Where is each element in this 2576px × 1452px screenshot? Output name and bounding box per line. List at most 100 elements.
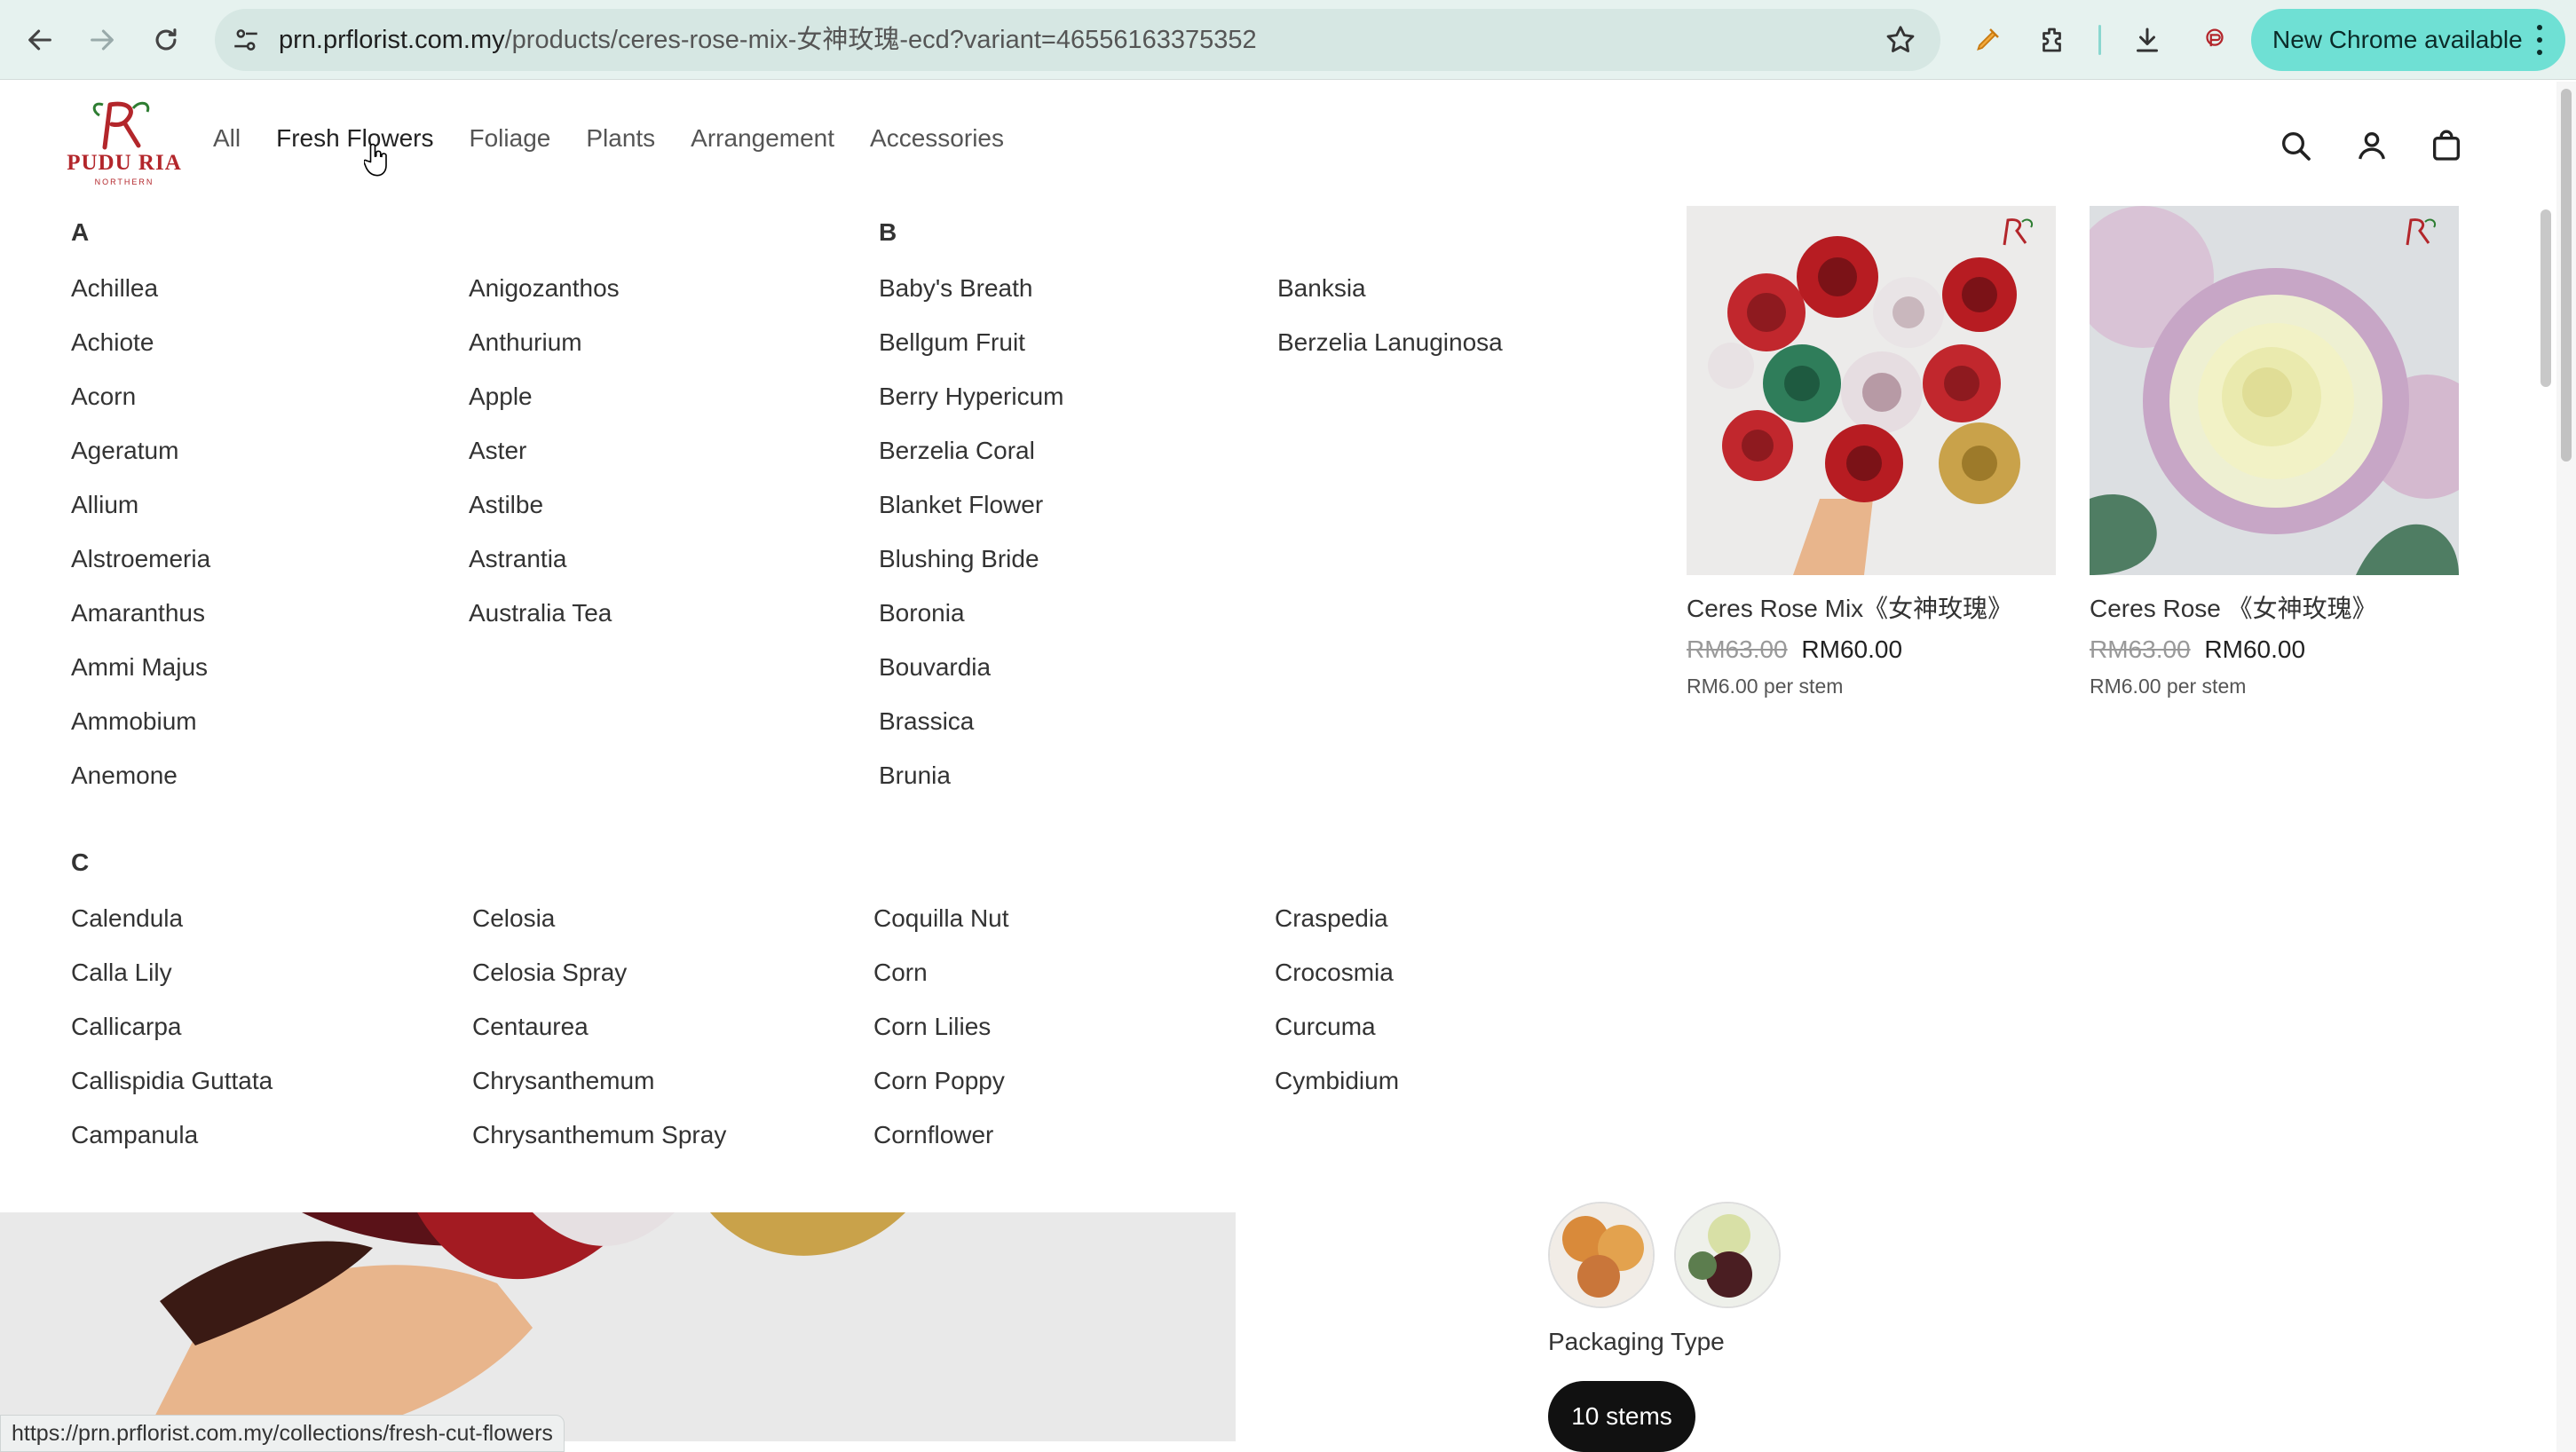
menu-item[interactable]: Crocosmia — [1275, 959, 1399, 1014]
variant-swatch[interactable] — [1548, 1202, 1655, 1308]
menu-item[interactable]: Baby's Breath — [879, 275, 1063, 329]
menu-item[interactable]: Corn Poppy — [873, 1068, 1009, 1122]
menu-item[interactable]: Banksia — [1277, 275, 1503, 329]
menu-item[interactable]: Anthurium — [469, 329, 620, 383]
featured-product-card[interactable]: Ceres Rose Mix《女神玫瑰》 RM63.00 RM60.00 RM6… — [1687, 206, 2056, 698]
product-title[interactable]: Ceres Rose Mix《女神玫瑰》 — [1687, 589, 2056, 625]
product-image[interactable] — [2090, 206, 2459, 575]
menu-item[interactable]: Chrysanthemum Spray — [472, 1122, 726, 1176]
menu-item[interactable]: Astilbe — [469, 492, 620, 546]
menu-item[interactable]: Corn Lilies — [873, 1014, 1009, 1068]
menu-item[interactable]: Anigozanthos — [469, 275, 620, 329]
orange-rose-swatch-image — [1550, 1203, 1653, 1306]
menu-item[interactable]: Astrantia — [469, 546, 620, 600]
extension-pen-icon[interactable] — [1967, 20, 2008, 60]
menu-item[interactable]: Coquilla Nut — [873, 905, 1009, 959]
menu-item[interactable]: Curcuma — [1275, 1014, 1399, 1068]
group-c-column-2: Celosia Celosia Spray Centaurea Chrysant… — [472, 905, 726, 1176]
chrome-update-button[interactable]: New Chrome available — [2251, 9, 2565, 71]
menu-item[interactable]: Corn — [873, 959, 1009, 1014]
menu-item[interactable]: Amaranthus — [71, 600, 210, 654]
logo-name: PUDU RIA — [67, 151, 182, 175]
pr-logo-mark-icon — [92, 101, 150, 150]
menu-item[interactable]: Acorn — [71, 383, 210, 438]
menu-item[interactable]: Callicarpa — [71, 1014, 273, 1068]
menu-item[interactable]: Calendula — [71, 905, 273, 959]
menu-item[interactable]: Ageratum — [71, 438, 210, 492]
menu-item[interactable]: Anemone — [71, 762, 210, 817]
menu-item[interactable]: Campanula — [71, 1122, 273, 1176]
menu-scrollbar-thumb[interactable] — [2540, 209, 2551, 387]
menu-item[interactable]: Cymbidium — [1275, 1068, 1399, 1122]
menu-item[interactable]: Berzelia Lanuginosa — [1277, 329, 1503, 383]
cart-bag-icon[interactable] — [2429, 128, 2464, 163]
arrow-right-icon — [91, 29, 114, 51]
menu-item[interactable]: Berzelia Coral — [879, 438, 1063, 492]
nav-plants[interactable]: Plants — [586, 124, 655, 153]
menu-item[interactable]: Brassica — [879, 708, 1063, 762]
bookmark-star-icon[interactable] — [1884, 23, 1917, 57]
menu-item[interactable]: Ammobium — [71, 708, 210, 762]
menu-item[interactable]: Berry Hypericum — [879, 383, 1063, 438]
ceres-rose-image — [2090, 206, 2459, 575]
mixed-rose-swatch-image — [1676, 1203, 1779, 1306]
group-a-column-2: Anigozanthos Anthurium Apple Aster Astil… — [469, 275, 620, 654]
menu-item[interactable]: Boronia — [879, 600, 1063, 654]
sale-price: RM60.00 — [2204, 635, 2306, 663]
group-c-column-3: Coquilla Nut Corn Corn Lilies Corn Poppy… — [873, 905, 1009, 1176]
menu-item[interactable]: Bouvardia — [879, 654, 1063, 708]
menu-item[interactable]: Alstroemeria — [71, 546, 210, 600]
bouquet-photo-image — [0, 1212, 1236, 1441]
menu-item[interactable]: Craspedia — [1275, 905, 1399, 959]
nav-fresh-flowers[interactable]: Fresh Flowers — [276, 124, 433, 153]
site-logo[interactable]: PUDU RIA NORTHERN — [66, 98, 183, 190]
variant-swatch[interactable] — [1674, 1202, 1781, 1308]
menu-item[interactable]: Achiote — [71, 329, 210, 383]
menu-item[interactable]: Blushing Bride — [879, 546, 1063, 600]
mouse-pointer-hand-icon — [364, 143, 387, 177]
packaging-option-button[interactable]: 10 stems — [1548, 1381, 1695, 1452]
menu-item[interactable]: Blanket Flower — [879, 492, 1063, 546]
menu-item[interactable]: Centaurea — [472, 1014, 726, 1068]
product-image[interactable] — [1687, 206, 2056, 575]
nav-foliage[interactable]: Foliage — [470, 124, 551, 153]
product-price: RM63.00 RM60.00 — [2090, 635, 2459, 664]
sale-price: RM60.00 — [1801, 635, 1903, 663]
menu-item[interactable]: Celosia Spray — [472, 959, 726, 1014]
menu-item[interactable]: Apple — [469, 383, 620, 438]
menu-item[interactable]: Cornflower — [873, 1122, 1009, 1176]
menu-item[interactable]: Ammi Majus — [71, 654, 210, 708]
account-icon[interactable] — [2354, 128, 2390, 163]
forward-button[interactable] — [82, 20, 122, 60]
back-button[interactable] — [20, 20, 60, 60]
url-text[interactable]: prn.prflorist.com.my/products/ceres-rose… — [279, 9, 1257, 71]
address-bar[interactable]: prn.prflorist.com.my/products/ceres-rose… — [215, 9, 1940, 71]
menu-item[interactable]: Aster — [469, 438, 620, 492]
featured-product-card[interactable]: Ceres Rose 《女神玫瑰》 RM63.00 RM60.00 RM6.00… — [2090, 206, 2459, 698]
menu-item[interactable]: Celosia — [472, 905, 726, 959]
menu-item[interactable]: Australia Tea — [469, 600, 620, 654]
download-icon[interactable] — [2127, 20, 2168, 60]
nav-arrangement[interactable]: Arrangement — [691, 124, 834, 153]
fresh-flowers-mega-menu: A Achillea Achiote Acorn Ageratum Allium… — [0, 206, 2556, 1212]
extensions-puzzle-icon[interactable] — [2033, 20, 2074, 60]
menu-item[interactable]: Achillea — [71, 275, 210, 329]
menu-item[interactable]: Bellgum Fruit — [879, 329, 1063, 383]
menu-item[interactable]: Calla Lily — [71, 959, 273, 1014]
page-scrollbar-thumb[interactable] — [2561, 89, 2572, 462]
menu-item[interactable]: Brunia — [879, 762, 1063, 817]
site-info-icon[interactable] — [227, 21, 265, 59]
browser-toolbar: prn.prflorist.com.my/products/ceres-rose… — [0, 0, 2576, 80]
url-path: /products/ceres-rose-mix-女神玫瑰-ecd?varian… — [504, 26, 1257, 54]
nav-all[interactable]: All — [213, 124, 241, 153]
menu-item[interactable]: Callispidia Guttata — [71, 1068, 273, 1122]
product-gallery-image[interactable] — [0, 1212, 1236, 1441]
menu-item[interactable]: Allium — [71, 492, 210, 546]
search-icon[interactable] — [2278, 128, 2313, 163]
menu-item[interactable]: Chrysanthemum — [472, 1068, 726, 1122]
group-a-column-1: Achillea Achiote Acorn Ageratum Allium A… — [71, 275, 210, 817]
reload-button[interactable] — [146, 20, 186, 60]
product-title[interactable]: Ceres Rose 《女神玫瑰》 — [2090, 589, 2459, 625]
site-extension-logo-icon[interactable] — [2194, 20, 2235, 60]
nav-accessories[interactable]: Accessories — [870, 124, 1004, 153]
